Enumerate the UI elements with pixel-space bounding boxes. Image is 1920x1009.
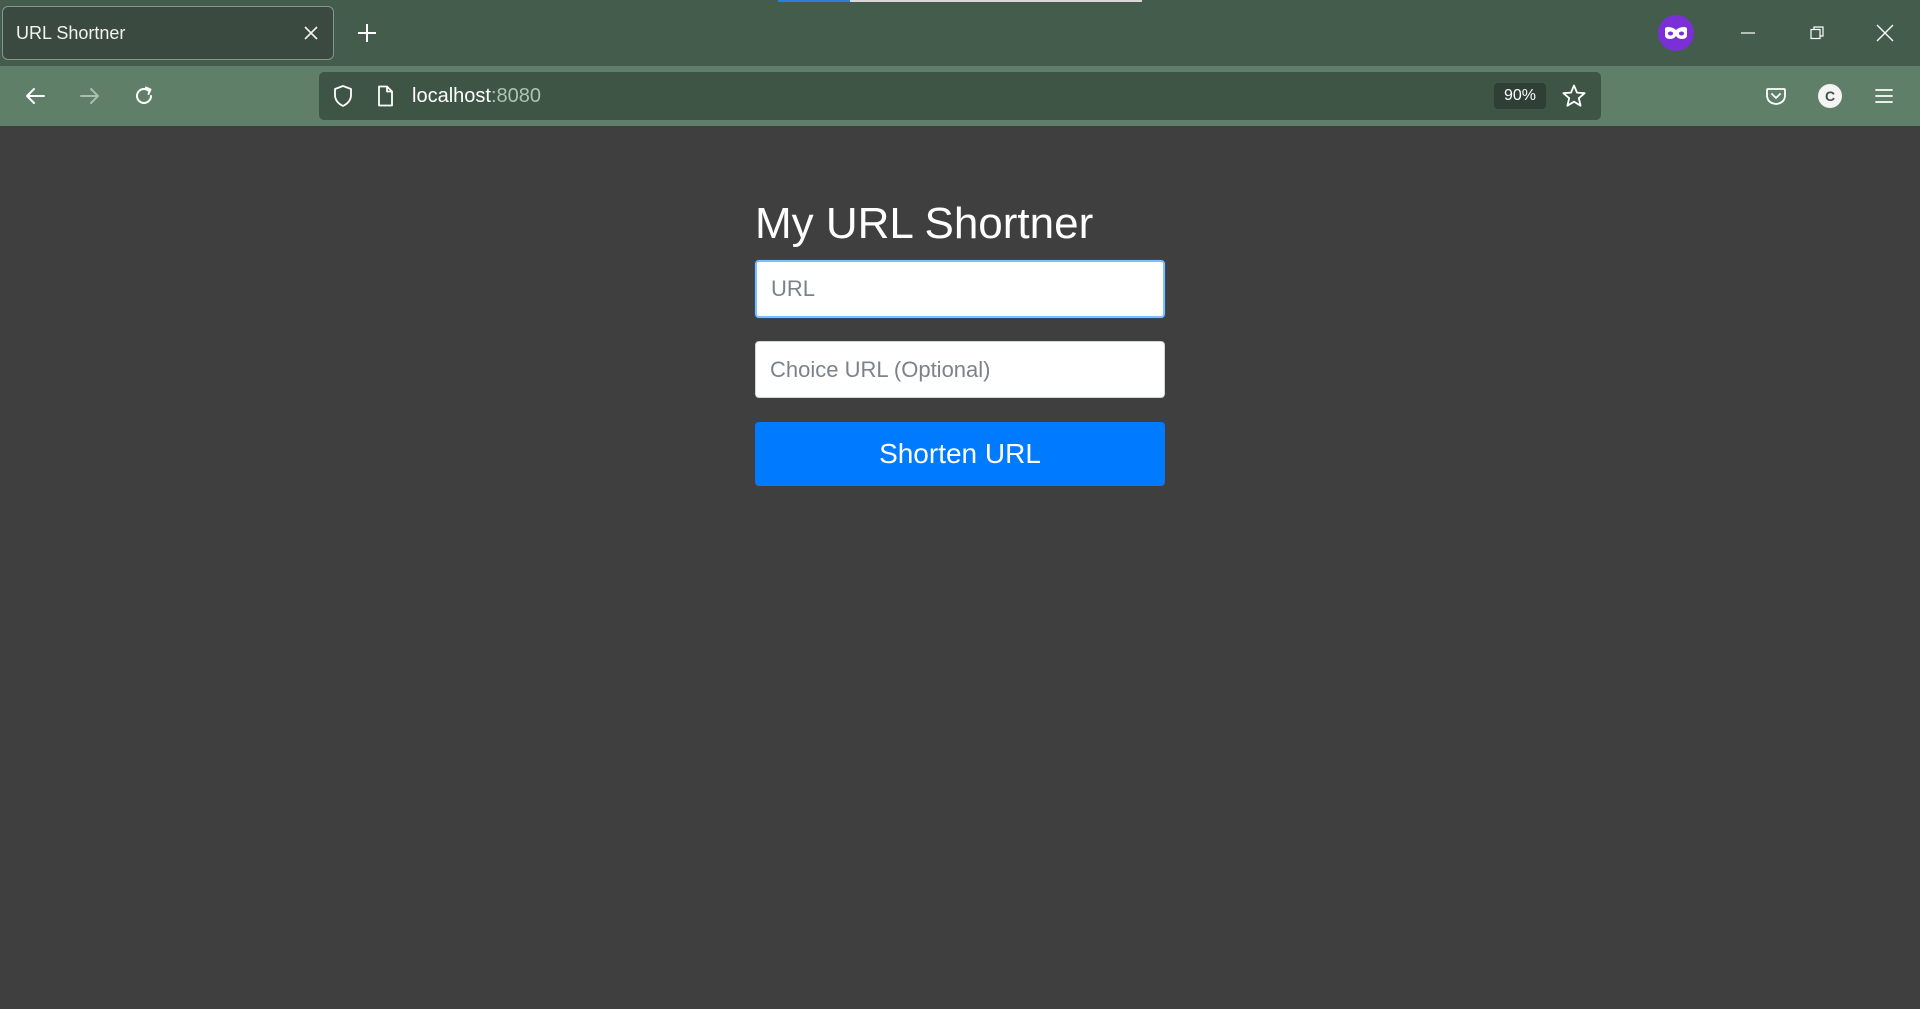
private-browsing-badge bbox=[1658, 15, 1694, 51]
page-load-progress-fill bbox=[778, 0, 850, 2]
browser-tab[interactable]: URL Shortner bbox=[2, 6, 334, 60]
avatar: C bbox=[1818, 84, 1842, 108]
star-icon bbox=[1562, 84, 1586, 107]
browser-navigation-bar: localhost:8080 90% C bbox=[0, 66, 1920, 126]
close-icon bbox=[304, 26, 318, 40]
page-load-progress bbox=[778, 0, 1142, 2]
minimize-icon bbox=[1741, 32, 1755, 34]
shortener-form: My URL Shortner Shorten URL bbox=[755, 196, 1165, 486]
window-close-icon bbox=[1876, 24, 1894, 42]
url-host: localhost bbox=[412, 85, 491, 107]
url-input[interactable] bbox=[755, 260, 1165, 318]
private-browsing-icon bbox=[1665, 27, 1687, 39]
back-button[interactable] bbox=[17, 78, 53, 114]
address-bar[interactable]: localhost:8080 90% bbox=[319, 72, 1601, 120]
reload-button[interactable] bbox=[126, 78, 162, 114]
arrow-left-icon bbox=[26, 88, 45, 104]
application-menu-button[interactable] bbox=[1866, 78, 1902, 114]
page-icon[interactable] bbox=[373, 84, 397, 108]
window-restore-button[interactable] bbox=[1794, 12, 1840, 54]
forward-button[interactable] bbox=[72, 78, 108, 114]
tab-title: URL Shortner bbox=[16, 22, 126, 43]
url-port: :8080 bbox=[490, 85, 541, 107]
zoom-level-badge[interactable]: 90% bbox=[1494, 83, 1546, 109]
page-viewport: My URL Shortner Shorten URL bbox=[0, 126, 1920, 1009]
browser-tab-strip: URL Shortner bbox=[0, 0, 1920, 66]
pocket-button[interactable] bbox=[1758, 78, 1794, 114]
url-text[interactable]: localhost:8080 bbox=[412, 84, 541, 108]
page-title: My URL Shortner bbox=[755, 199, 1094, 248]
account-button[interactable]: C bbox=[1812, 78, 1848, 114]
window-close-button[interactable] bbox=[1862, 12, 1908, 54]
reload-icon bbox=[136, 86, 152, 104]
bookmark-button[interactable] bbox=[1560, 82, 1588, 110]
arrow-right-icon bbox=[80, 88, 99, 104]
shield-icon[interactable] bbox=[331, 84, 355, 108]
hamburger-icon bbox=[1875, 89, 1893, 103]
choice-url-input[interactable] bbox=[755, 341, 1165, 398]
new-tab-button[interactable] bbox=[350, 16, 384, 50]
pocket-icon bbox=[1766, 88, 1786, 105]
shorten-url-button[interactable]: Shorten URL bbox=[755, 422, 1165, 486]
restore-icon bbox=[1810, 26, 1824, 40]
window-minimize-button[interactable] bbox=[1725, 12, 1771, 54]
tab-close-button[interactable] bbox=[299, 21, 323, 45]
plus-icon bbox=[358, 24, 376, 42]
